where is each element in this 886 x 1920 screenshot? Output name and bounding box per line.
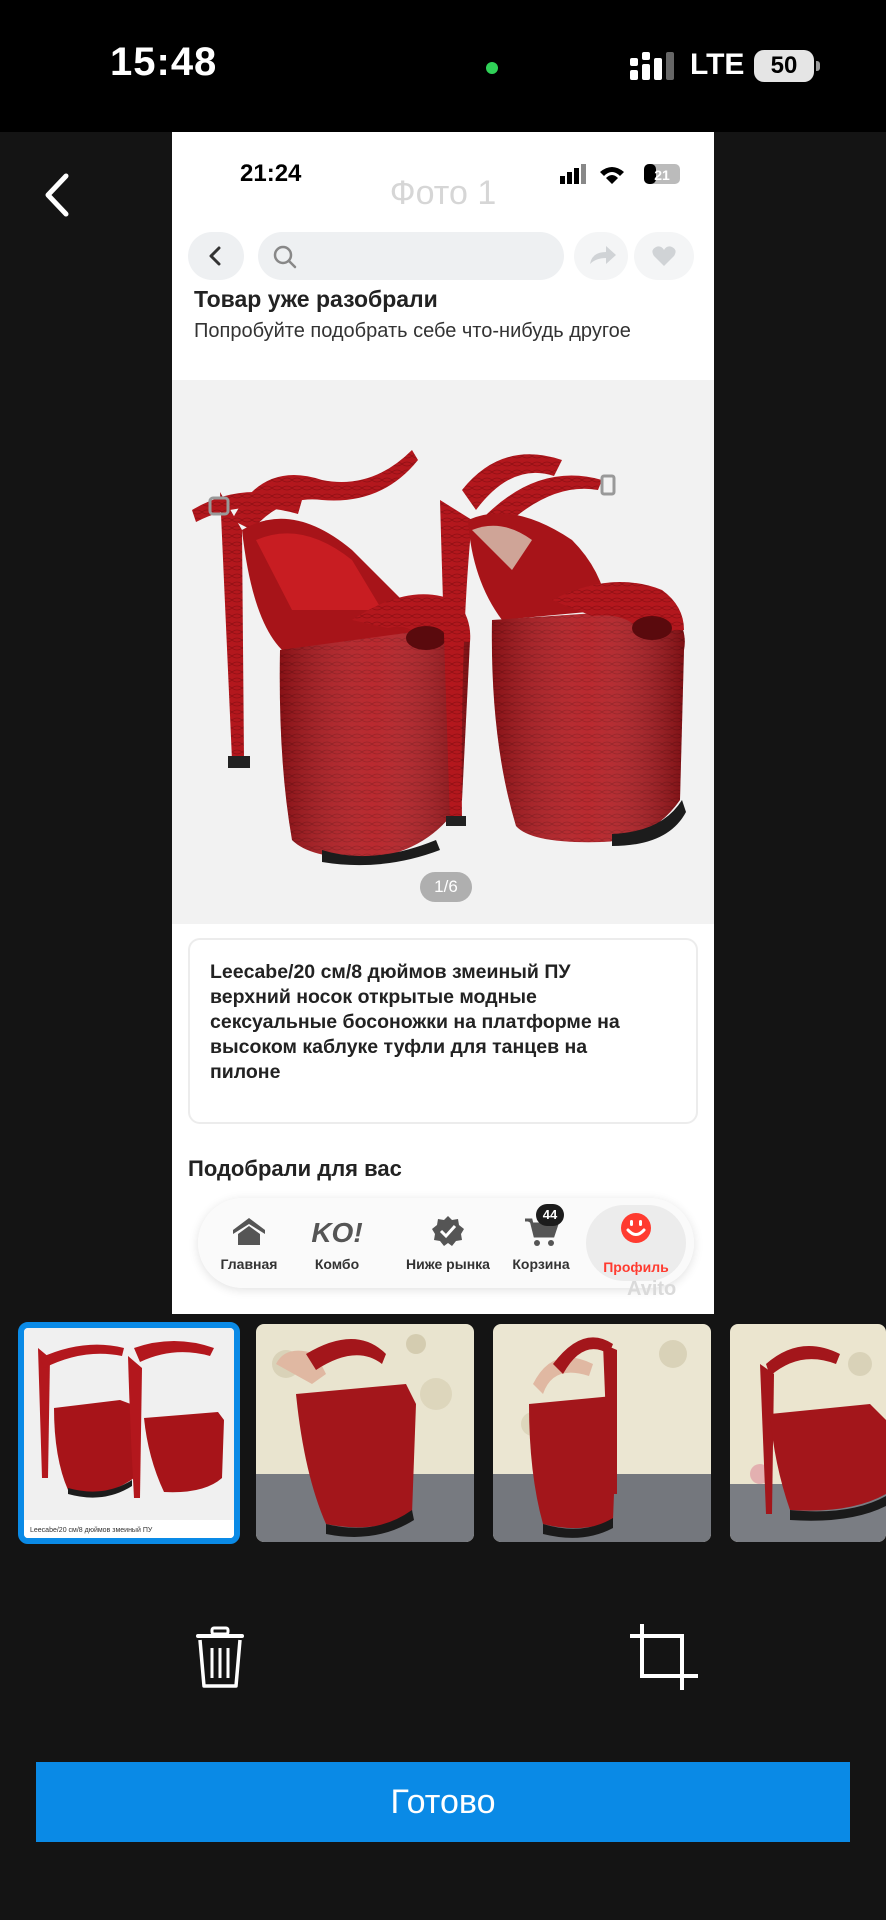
- status-bar: 15:48 LTE 50: [0, 0, 886, 132]
- search-icon: [273, 245, 297, 269]
- camera-indicator-dot: [486, 62, 498, 74]
- product-photo: [172, 380, 714, 924]
- done-button[interactable]: Готово: [36, 1762, 850, 1842]
- share-icon: [590, 246, 616, 264]
- tab-profile: Профиль: [586, 1205, 686, 1281]
- tab-below-market: Ниже рынка: [398, 1208, 498, 1278]
- red-platform-heels-image: [192, 450, 686, 866]
- status-time: 15:48: [110, 40, 218, 84]
- svg-text:KO!: KO!: [311, 1217, 362, 1248]
- heart-icon: [652, 246, 676, 266]
- thumbnail-4[interactable]: [730, 1324, 886, 1542]
- photo-editor-screen: 15:48 LTE 50 21:24 21 Фото 1 Товар уже р…: [0, 0, 886, 1920]
- thumbnail-3-image: [493, 1324, 711, 1542]
- trash-icon[interactable]: [192, 1626, 248, 1690]
- ko-logo-icon: KO!: [311, 1217, 362, 1248]
- thumbnail-4-image: [730, 1324, 886, 1542]
- sold-out-subtitle: Попробуйте подобрать себе что-нибудь дру…: [194, 320, 631, 342]
- thumbnail-2-image: [256, 1324, 474, 1542]
- network-label: LTE: [690, 48, 745, 81]
- avito-watermark: Avito: [627, 1278, 677, 1300]
- thumbnail-2[interactable]: [256, 1324, 474, 1542]
- inner-favorite-button: [634, 232, 694, 280]
- check-badge-icon: [432, 1216, 464, 1246]
- recommendations-title: Подобрали для вас: [188, 1156, 402, 1181]
- photo-preview: 21:24 21 Фото 1 Товар уже разобрали Попр…: [172, 132, 714, 1314]
- inner-back-button: [188, 232, 244, 280]
- inner-tab-bar: Главная KO! Комбо Ниже рынка Корзина 44 …: [198, 1198, 694, 1288]
- photo-counter: 1/6: [420, 872, 472, 902]
- thumbnail-1-image: [24, 1328, 234, 1538]
- inner-header-title: Фото 1: [389, 174, 497, 212]
- chevron-left-icon: [209, 246, 221, 266]
- thumbnail-1[interactable]: Leecabe/20 см/8 дюймов змеиный ПУ: [18, 1322, 240, 1544]
- smile-icon: [621, 1213, 651, 1243]
- product-description: Leecabe/20 см/8 дюймов змеиный ПУ верхни…: [210, 961, 620, 1083]
- inner-nav-bar: [172, 228, 714, 288]
- signal-icon: [630, 52, 674, 80]
- inner-share-button: [574, 232, 628, 280]
- thumbnail-strip: Leecabe/20 см/8 дюймов змеиный ПУ: [0, 1322, 886, 1544]
- thumbnail-3[interactable]: [493, 1324, 711, 1542]
- tab-home: Главная: [204, 1208, 294, 1278]
- tab-combo: KO! Комбо: [292, 1208, 382, 1278]
- crop-icon[interactable]: [628, 1622, 700, 1692]
- inner-search-field: [258, 232, 564, 280]
- thumbnail-1-caption: Leecabe/20 см/8 дюймов змеиный ПУ: [30, 1527, 153, 1534]
- sold-out-title: Товар уже разобрали: [194, 286, 438, 312]
- battery-icon: 50: [754, 50, 820, 82]
- product-description-card: Leecabe/20 см/8 дюймов змеиный ПУ верхни…: [188, 938, 698, 1124]
- back-chevron-icon[interactable]: [36, 168, 84, 222]
- home-icon: [233, 1218, 265, 1245]
- cart-badge: 44: [536, 1204, 564, 1226]
